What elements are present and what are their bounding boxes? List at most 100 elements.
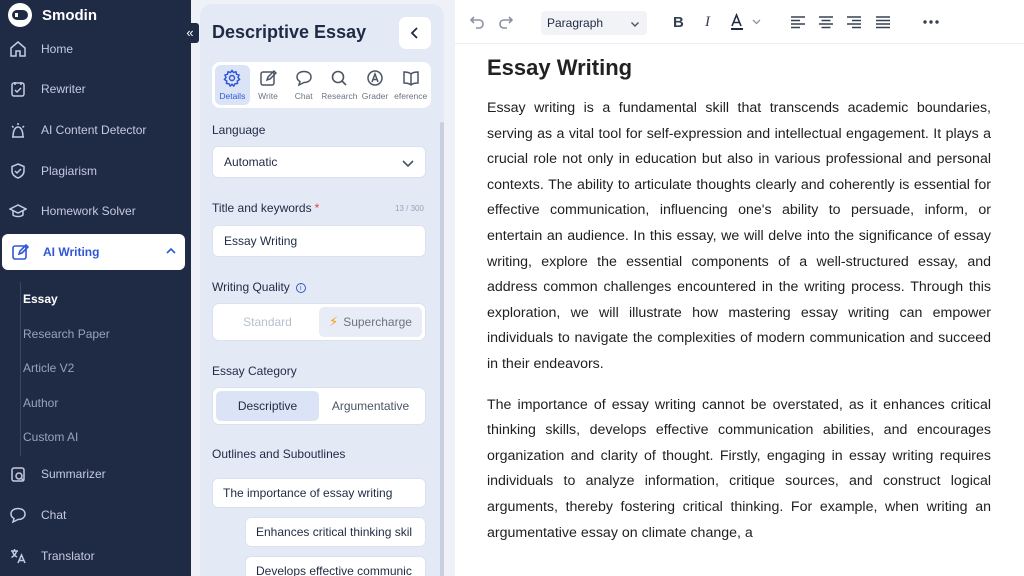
brand[interactable]: Smodin — [8, 3, 97, 27]
double-chevron-left-icon: « — [186, 25, 194, 40]
chevron-down-icon — [630, 18, 640, 32]
brand-name: Smodin — [42, 6, 97, 24]
sidebar-item-ai-writing[interactable]: AI Writing — [2, 234, 185, 270]
sidebar-item-home[interactable]: Home — [0, 32, 191, 66]
tab-label: Research — [322, 91, 357, 101]
tab-grader[interactable]: Grader — [358, 65, 393, 105]
tab-label: Details — [219, 91, 246, 101]
suboutline-item[interactable]: Develops effective communic — [245, 556, 426, 576]
submenu-item-custom-ai[interactable]: Custom AI — [23, 430, 78, 444]
sidebar-item-chat[interactable]: Chat — [0, 498, 191, 532]
tab-label: Write — [258, 91, 278, 101]
tab-chat[interactable]: Chat — [286, 65, 321, 105]
edit-icon — [259, 69, 278, 88]
document-title: Essay Writing — [487, 55, 633, 80]
shield-check-icon — [8, 161, 28, 181]
panel-tabs: Details Write Chat Research Grader efere… — [212, 62, 431, 108]
sidebar-item-homework-solver[interactable]: Homework Solver — [0, 194, 191, 228]
sidebar-item-label: AI Writing — [43, 245, 100, 259]
submenu-item-author[interactable]: Author — [23, 396, 58, 410]
pencil-square-icon — [10, 242, 30, 262]
chat-bubble-icon — [8, 505, 28, 525]
italic-icon[interactable]: I — [705, 12, 710, 32]
chevron-up-icon[interactable] — [165, 245, 177, 260]
panel-scrollbar[interactable] — [440, 122, 444, 576]
translate-icon — [8, 546, 28, 566]
tab-research[interactable]: Research — [322, 65, 357, 105]
sidebar-item-translator[interactable]: Translator — [0, 539, 191, 573]
sidebar-item-label: Rewriter — [41, 82, 86, 96]
writing-quality-label: Writing Quality i — [212, 280, 306, 294]
sidebar-item-label: AI Content Detector — [41, 123, 147, 137]
bold-icon[interactable]: B — [673, 12, 684, 32]
suboutline-item[interactable]: Enhances critical thinking skil — [245, 517, 426, 547]
back-button[interactable] — [399, 17, 431, 49]
quality-option-standard[interactable]: Standard — [216, 307, 319, 337]
paragraph-style-select[interactable]: Paragraph — [541, 11, 647, 35]
category-option-descriptive[interactable]: Descriptive — [216, 391, 319, 421]
info-icon[interactable]: i — [295, 283, 306, 293]
required-mark: * — [314, 201, 320, 215]
essay-category-label: Essay Category — [212, 364, 297, 378]
sidebar-item-plagiarism[interactable]: Plagiarism — [0, 154, 191, 188]
align-left-icon[interactable] — [790, 12, 806, 32]
essay-category-toggle: Descriptive Argumentative — [212, 387, 426, 425]
category-option-argumentative[interactable]: Argumentative — [319, 391, 422, 421]
document-editor: Paragraph B I Essay Writing Essay writin… — [455, 0, 1024, 576]
grade-a-icon — [366, 69, 384, 88]
tab-label: Grader — [361, 91, 389, 101]
chevron-down-icon — [401, 156, 415, 173]
sidebar-item-label: Summarizer — [41, 467, 106, 481]
tab-details[interactable]: Details — [215, 65, 250, 105]
collapse-sidebar-button[interactable]: « — [181, 23, 199, 43]
book-icon — [402, 69, 420, 88]
align-center-icon[interactable] — [818, 12, 834, 32]
title-input[interactable]: Essay Writing — [212, 225, 426, 257]
sidebar-item-summarizer[interactable]: Summarizer — [0, 457, 191, 491]
sidebar-item-label: Plagiarism — [41, 164, 98, 178]
sidebar-item-label: Home — [41, 42, 74, 56]
rewriter-icon — [8, 79, 28, 99]
detector-icon — [8, 120, 28, 140]
tab-write[interactable]: Write — [251, 65, 286, 105]
tab-label: eference — [394, 91, 428, 101]
settings-panel: Descriptive Essay Details Write Chat Res… — [200, 4, 444, 576]
more-options-icon[interactable] — [923, 12, 939, 32]
sidebar-item-ai-content-detector[interactable]: AI Content Detector — [0, 113, 191, 147]
language-value: Automatic — [224, 155, 278, 169]
tab-reference[interactable]: eference — [393, 65, 428, 105]
sidebar: Smodin Home Rewriter AI Content Detector… — [0, 0, 191, 576]
paragraph-style-value: Paragraph — [547, 16, 604, 30]
sidebar-item-rewriter[interactable]: Rewriter — [0, 72, 191, 106]
lightning-icon: ⚡ — [329, 314, 339, 329]
title-input-value: Essay Writing — [224, 234, 298, 248]
submenu-item-essay[interactable]: Essay — [23, 292, 58, 306]
writing-quality-toggle: Standard ⚡ Supercharge — [212, 303, 426, 341]
undo-icon[interactable] — [469, 12, 485, 32]
text-color-icon[interactable] — [729, 12, 763, 32]
gear-icon — [223, 69, 241, 88]
language-label: Language — [212, 123, 266, 137]
redo-icon[interactable] — [498, 12, 514, 32]
title-keywords-label: Title and keywords * 13 / 300 — [212, 201, 427, 215]
title-keywords-text: Title and keywords — [212, 201, 312, 215]
sidebar-item-label: Homework Solver — [41, 204, 136, 218]
language-select[interactable]: Automatic — [212, 146, 426, 178]
outline-item[interactable]: The importance of essay writing — [212, 478, 426, 508]
search-icon — [330, 69, 348, 88]
chat-bubble-icon — [295, 69, 313, 88]
align-right-icon[interactable] — [846, 12, 862, 32]
quality-option-supercharge[interactable]: ⚡ Supercharge — [319, 307, 422, 337]
document-content[interactable]: Essay Writing Essay writing is a fundame… — [487, 55, 991, 561]
tab-label: Chat — [294, 91, 313, 101]
align-justify-icon[interactable] — [875, 12, 891, 32]
submenu-item-research-paper[interactable]: Research Paper — [23, 327, 110, 341]
editor-toolbar: Paragraph B I — [455, 0, 1024, 44]
document-paragraph: Essay writing is a fundamental skill tha… — [487, 100, 991, 372]
sidebar-item-label: Chat — [41, 508, 67, 522]
graduation-cap-icon — [8, 201, 28, 221]
summarizer-icon — [8, 464, 28, 484]
outlines-label: Outlines and Suboutlines — [212, 447, 346, 461]
writing-quality-text: Writing Quality — [212, 280, 290, 294]
submenu-item-article-v2[interactable]: Article V2 — [23, 361, 74, 375]
